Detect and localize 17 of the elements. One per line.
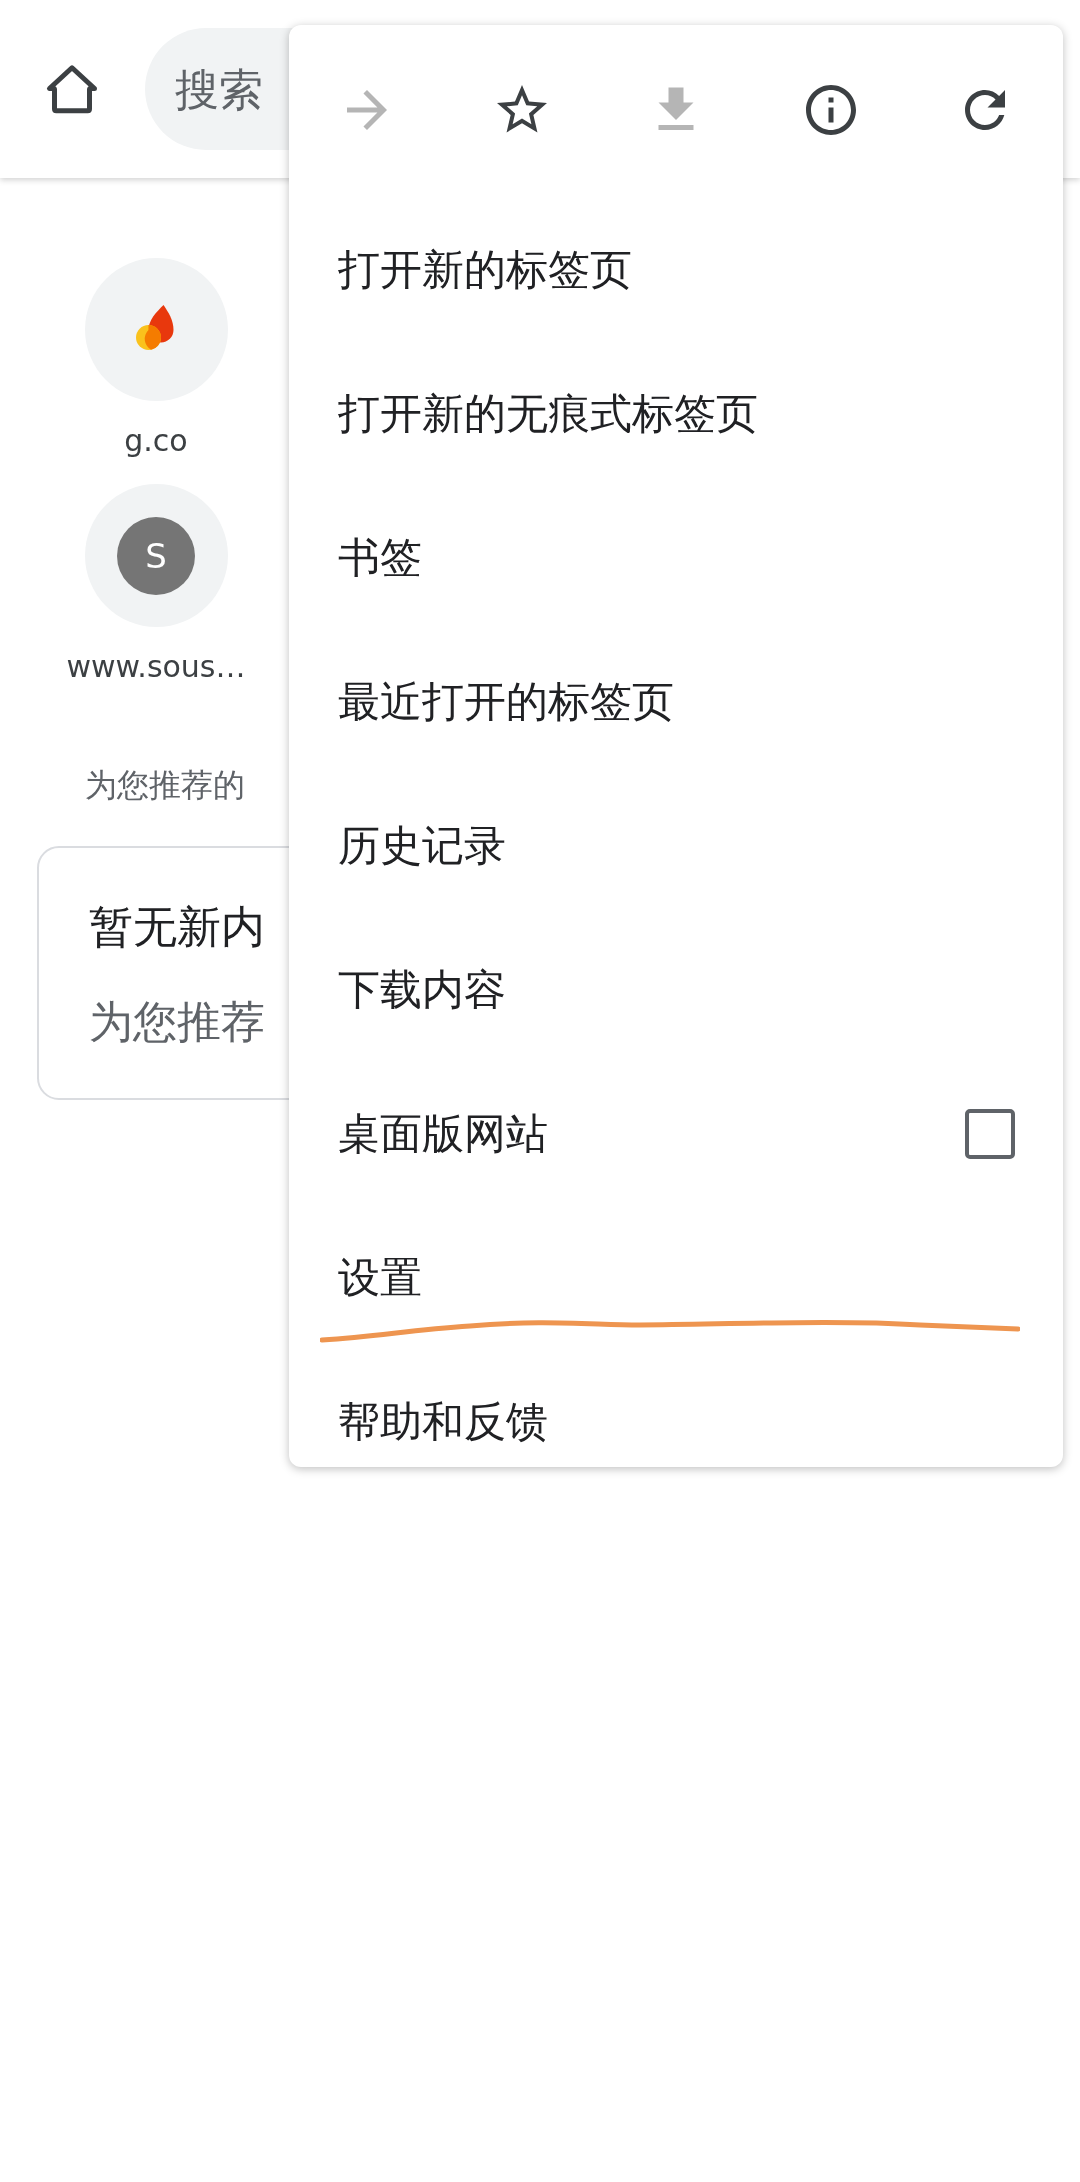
shortcut-tile[interactable]: S <box>84 484 228 627</box>
site-letter-icon: S <box>117 516 195 595</box>
feed-heading: 为您推荐的 <box>85 765 246 806</box>
menu-item[interactable]: 下载内容 <box>338 962 506 1018</box>
menu-item[interactable]: 帮助和反馈 <box>338 1394 548 1450</box>
menu-item[interactable]: 设置 <box>338 1250 422 1306</box>
menu-item[interactable]: 书签 <box>338 530 422 586</box>
menu-item[interactable]: 打开新的无痕式标签页 <box>338 386 758 442</box>
menu-item[interactable]: 最近打开的标签页 <box>338 674 674 730</box>
menu-item[interactable]: 桌面版网站 <box>338 1106 548 1162</box>
card-title: 暂无新内 <box>89 900 266 954</box>
shortcut-label: g.co <box>124 423 188 458</box>
checkbox[interactable] <box>965 1109 1015 1159</box>
shortcut-label: www.sous… <box>66 649 246 684</box>
menu-item[interactable]: 打开新的标签页 <box>338 242 632 298</box>
menu-item[interactable]: 历史记录 <box>338 818 506 874</box>
card-subtitle: 为您推荐 <box>89 995 266 1049</box>
